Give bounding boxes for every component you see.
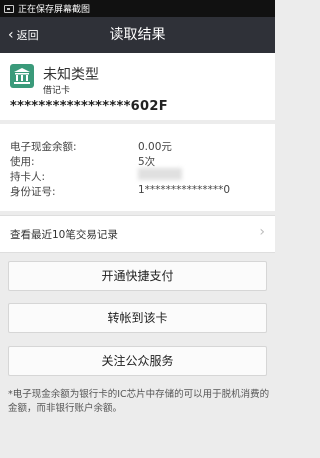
balance-value: 0.00元 <box>138 141 172 153</box>
transactions-link[interactable]: 查看最近10笔交易记录 › <box>0 216 275 252</box>
usage-label: 使用: <box>10 156 35 168</box>
balance-note: *电子现金余额为银行卡的IC芯片中存储的可以用于脱机消费的金额，而非银行账户余额… <box>8 389 270 414</box>
holder-label: 持卡人: <box>10 171 46 183</box>
follow-button[interactable]: 关注公众服务 <box>8 346 267 376</box>
id-label: 身份证号: <box>10 186 56 198</box>
status-text: 正在保存屏幕截图 <box>18 5 91 15</box>
card-summary: 未知类型 借记卡 *****************602F <box>0 53 275 120</box>
card-number: *****************602F <box>10 99 168 114</box>
screenshot-icon <box>4 4 14 13</box>
holder-redacted <box>138 168 182 180</box>
bank-icon <box>10 64 34 88</box>
card-subtype: 借记卡 <box>43 86 71 96</box>
card-type: 未知类型 <box>43 67 99 83</box>
card-info: 电子现金余额: 0.00元 使用: 5次 持卡人: 身份证号: 1*******… <box>0 124 275 211</box>
chevron-right-icon: › <box>259 224 265 240</box>
status-bar: 正在保存屏幕截图 <box>0 0 275 17</box>
balance-label: 电子现金余额: <box>10 141 77 153</box>
page-title: 读取结果 <box>109 27 166 43</box>
transactions-label: 查看最近10笔交易记录 <box>10 229 118 241</box>
id-value: 1***************0 <box>138 184 231 196</box>
divider <box>0 252 275 253</box>
quick-pay-button[interactable]: 开通快捷支付 <box>8 261 267 291</box>
nav-bar: ‹ 返回 读取结果 <box>0 17 275 53</box>
usage-value: 5次 <box>138 156 156 168</box>
transfer-button[interactable]: 转帐到该卡 <box>8 303 267 333</box>
